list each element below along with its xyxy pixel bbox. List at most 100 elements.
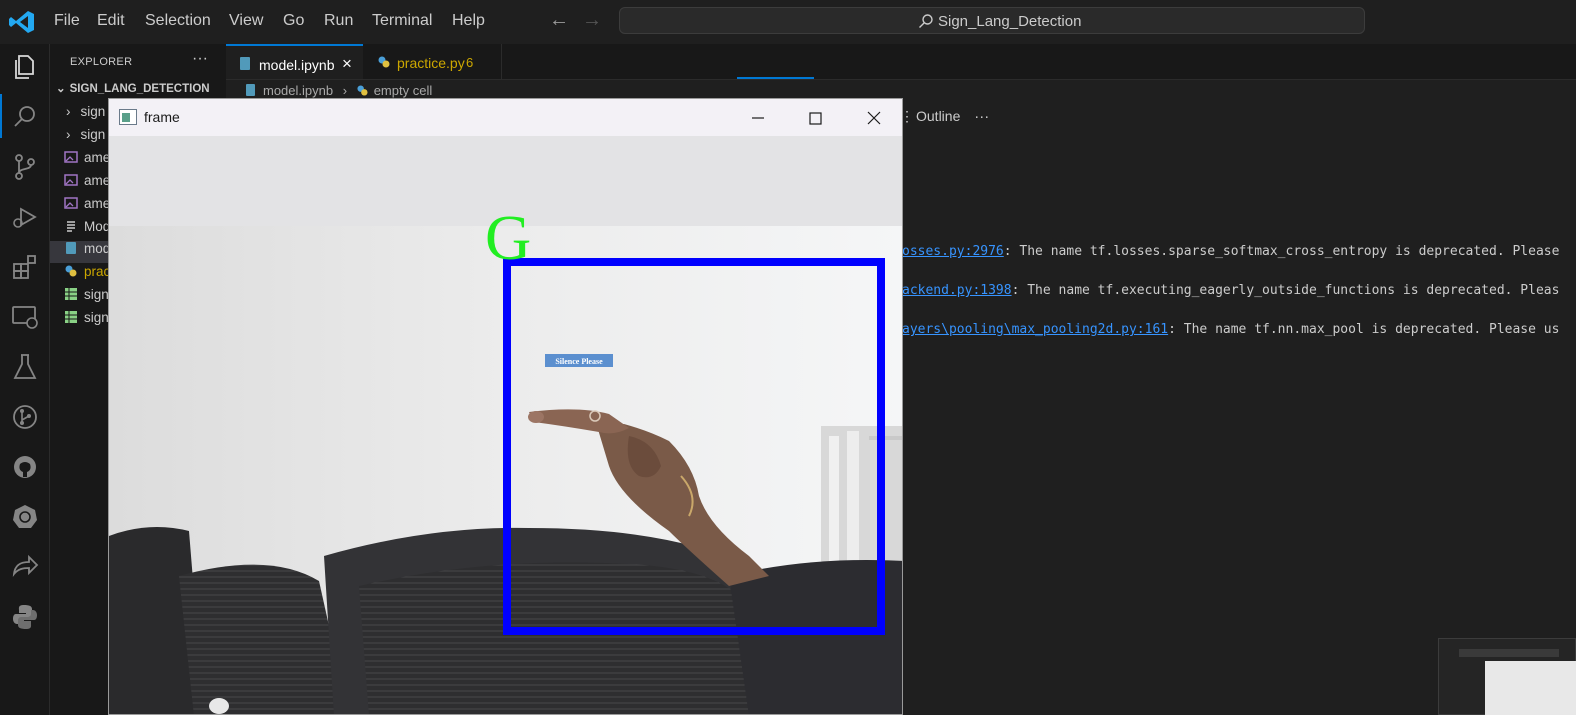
menu-edit[interactable]: Edit [97,12,125,30]
tree-file[interactable]: ame [64,173,110,195]
python-file-icon [357,85,368,96]
tree-item-label: ame [84,196,111,211]
tab-label: model.ipynb [259,57,335,73]
python-icon[interactable] [10,602,40,632]
taskbar-preview-thumbnail[interactable] [1438,638,1576,715]
problems-badge: 6 [466,55,474,70]
search-icon [919,14,933,28]
tree-folder[interactable]: › sign [64,127,105,149]
wall-sign: Silence Please [545,354,613,367]
menu-file[interactable]: File [54,12,80,30]
menu-go[interactable]: Go [283,12,304,30]
tree-item-label: prac [84,264,111,279]
menu-terminal[interactable]: Terminal [372,12,432,30]
forward-arrow-icon[interactable]: → [582,9,602,32]
outline-button[interactable]: Outline [916,108,960,124]
app-window-icon [119,109,137,125]
tree-item-label: Mod [84,219,111,234]
breadcrumb-cell[interactable]: empty cell [374,83,433,98]
tree-item-label: ame [84,173,111,188]
output-link[interactable]: ackend.py:1398 [902,283,1012,298]
remote-explorer-icon[interactable] [10,302,40,332]
tree-folder[interactable]: › sign [64,104,105,126]
tree-file[interactable]: ame [64,150,110,172]
image-file-icon [64,197,78,209]
command-center-search[interactable]: Sign_Lang_Detection [619,7,1365,34]
close-icon[interactable] [863,107,885,129]
chevron-right-icon: › [66,127,71,142]
frame-window[interactable]: frame Silence Please G [108,98,903,715]
tree-file[interactable]: Mod [64,219,110,241]
tree-item-label: sign [80,104,106,119]
vscode-logo-icon [9,11,34,33]
breadcrumb-file[interactable]: model.ipynb [263,83,333,98]
tree-item-label: mod [84,241,111,256]
run-debug-icon[interactable] [10,202,40,232]
close-icon[interactable]: × [342,54,352,74]
live-share-icon[interactable] [10,552,40,582]
output-text: : The name tf.nn.max_pool is deprecated.… [1168,322,1560,337]
search-icon[interactable] [10,102,40,132]
chevron-right-icon: › [342,83,348,98]
output-line: osses.py:2976: The name tf.losses.sparse… [902,244,1559,259]
image-file-icon [64,174,78,186]
more-actions-button[interactable]: ··· [974,108,989,125]
camera-feed: Silence Please G [109,136,902,714]
editor-tab-bar: model.ipynb × practice.py 6 [226,44,1576,80]
project-name: SIGN_LANG_DETECTION [69,83,210,95]
tree-item-label: ame [84,150,111,165]
chevron-right-icon: › [66,104,71,119]
explorer-icon[interactable] [10,52,40,82]
git-graph-icon[interactable] [10,402,40,432]
preview-lines [1459,649,1559,657]
spreadsheet-file-icon [65,311,77,323]
prediction-letter: G [485,202,531,273]
tree-file[interactable]: prac [64,264,110,286]
tab-model-ipynb[interactable]: model.ipynb × [226,44,363,79]
tree-file[interactable]: ame [64,196,110,218]
active-indicator [0,94,2,138]
kubernetes-icon[interactable] [10,502,40,532]
search-label: Sign_Lang_Detection [938,13,1082,30]
menu-run[interactable]: Run [324,12,353,30]
image-file-icon [64,151,78,163]
project-folder-header[interactable]: ⌄ SIGN_LANG_DETECTION [56,81,210,95]
activity-bar [0,44,50,715]
notebook-toolbar: ⋮ Outline ··· [900,108,989,125]
tree-item-label: sign [84,287,109,302]
preview-frame [1485,661,1576,715]
tab-practice-py[interactable]: practice.py 6 [364,44,502,79]
output-link[interactable]: osses.py:2976 [902,244,1004,259]
extensions-icon[interactable] [10,252,40,282]
text-file-icon [67,221,75,232]
tree-file[interactable]: sign [64,287,109,309]
tree-item-label: sign [84,310,109,325]
testing-icon[interactable] [10,352,40,382]
output-line: ackend.py:1398: The name tf.executing_ea… [902,283,1559,298]
back-arrow-icon[interactable]: ← [549,9,569,32]
maximize-icon[interactable] [804,107,826,129]
chevron-down-icon: ⌄ [56,83,66,95]
progress-indicator [737,77,814,79]
output-text: : The name tf.executing_eagerly_outside_… [1011,283,1560,298]
notebook-file-icon [240,57,250,70]
menu-help[interactable]: Help [452,12,485,30]
notebook-file-icon [246,84,255,96]
tab-label: practice.py [397,55,465,71]
wall-sign-text: Silence Please [555,357,603,366]
source-control-icon[interactable] [10,152,40,182]
output-link[interactable]: ayers\pooling\max_pooling2d.py:161 [902,322,1168,337]
explorer-more-button[interactable]: ··· [192,50,208,68]
frame-titlebar[interactable]: frame [109,99,902,136]
output-line: ayers\pooling\max_pooling2d.py:161: The … [902,322,1559,337]
title-bar: File Edit Selection View Go Run Terminal… [0,0,1576,44]
menu-selection[interactable]: Selection [145,12,211,30]
menu-view[interactable]: View [229,12,263,30]
python-file-icon [378,56,390,68]
github-icon[interactable] [10,452,40,482]
minimize-icon[interactable] [747,107,769,129]
frame-title: frame [144,109,180,125]
notebook-file-icon [66,242,76,254]
output-text: : The name tf.losses.sparse_softmax_cros… [1003,244,1560,259]
tree-file[interactable]: sign [64,310,109,332]
